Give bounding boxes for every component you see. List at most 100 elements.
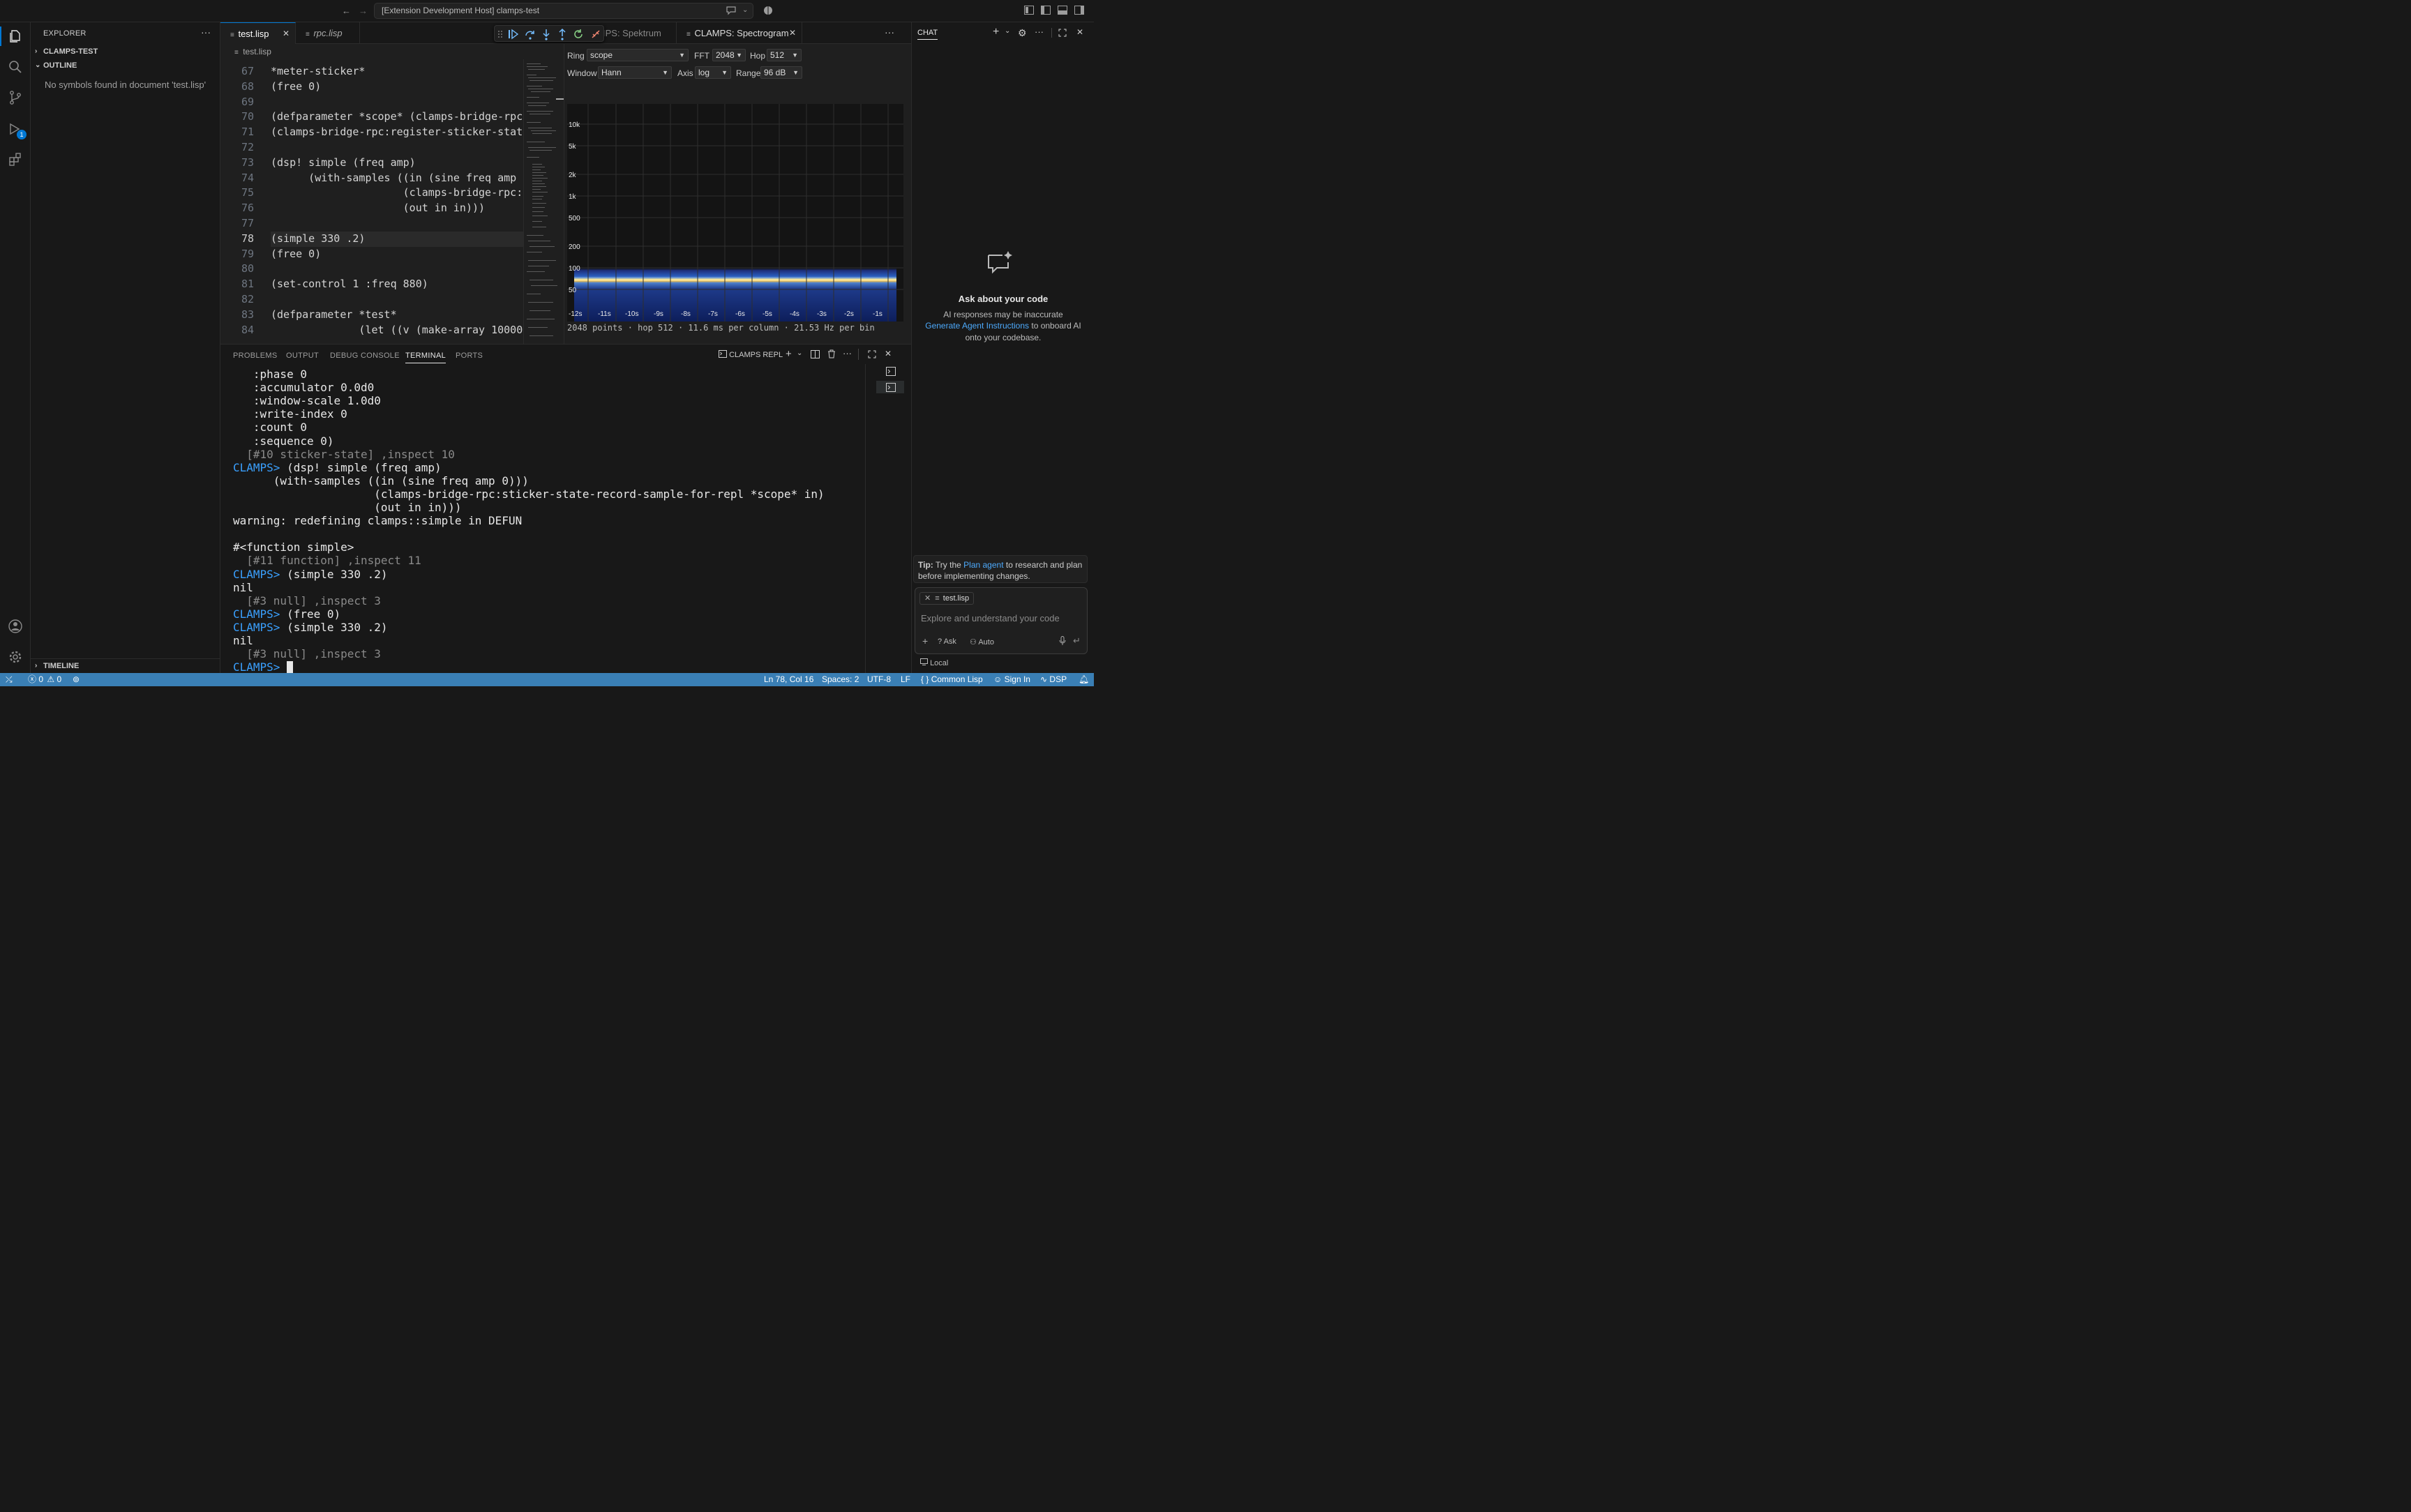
search-icon[interactable]: [6, 57, 25, 77]
line-number: 80: [241, 262, 254, 275]
new-terminal-icon[interactable]: +: [786, 348, 792, 360]
tab-ports[interactable]: PORTS: [456, 351, 483, 360]
terminal-text: :write-index 0: [233, 407, 347, 421]
generate-agent-instructions-link[interactable]: Generate Agent Instructions: [925, 321, 1029, 331]
y-tick-label: 1k: [569, 193, 577, 201]
terminal-dropdown[interactable]: CLAMPS REPL: [719, 350, 783, 359]
tab-ips-spektrum[interactable]: IPS: Spektrum: [594, 22, 677, 44]
x-tick-label: -12s: [569, 310, 582, 318]
broadcast-icon[interactable]: ⊚: [73, 673, 80, 686]
send-icon[interactable]: ↵: [1073, 635, 1081, 647]
toggle-panel-icon[interactable]: [1058, 6, 1067, 17]
code-editor[interactable]: 67 *meter-sticker* 68 (free 0) 69 70 (defparam…: [220, 59, 523, 344]
folder-section-clamps-test[interactable]: › CLAMPS-TEST: [31, 45, 220, 59]
terminal-text: warning: redefining clamps::simple in DE…: [233, 514, 523, 528]
new-chat-icon[interactable]: +: [993, 26, 999, 38]
close-icon[interactable]: ✕: [789, 22, 796, 44]
split-terminal-icon[interactable]: [811, 350, 820, 361]
toggle-secondary-sidebar-icon[interactable]: [1074, 6, 1084, 17]
mode-picker[interactable]: ? Ask: [938, 637, 956, 646]
tab-clamps-spectrogram[interactable]: ≡ CLAMPS: Spectrogram ✕: [677, 22, 802, 44]
line-number: 76: [241, 202, 254, 215]
add-context-icon[interactable]: +: [922, 635, 928, 647]
plan-agent-link[interactable]: Plan agent: [963, 560, 1003, 570]
close-icon[interactable]: ✕: [1076, 27, 1083, 37]
explorer-icon[interactable]: [6, 27, 25, 46]
hop-select[interactable]: 512 ▼: [767, 49, 802, 61]
gear-icon[interactable]: ⚙: [1018, 27, 1027, 39]
source-control-icon[interactable]: [6, 88, 25, 107]
minimap[interactable]: [523, 59, 564, 344]
terminal-line: nil: [233, 634, 253, 647]
chat-input[interactable]: Explore and understand your code: [921, 613, 1060, 623]
more-actions-icon[interactable]: ···: [1035, 27, 1044, 37]
terminal-instance-icon[interactable]: [886, 367, 896, 378]
repl-prompt: CLAMPS>: [233, 567, 287, 581]
editor-more-actions-icon[interactable]: ···: [885, 27, 894, 38]
line-number: 82: [241, 293, 254, 305]
model-picker[interactable]: ⚇ Auto: [970, 637, 994, 647]
close-icon[interactable]: ✕: [283, 23, 290, 45]
dsp-status[interactable]: ∿ DSP: [1040, 673, 1067, 686]
more-actions-icon[interactable]: ···: [201, 27, 211, 38]
encoding[interactable]: UTF-8: [867, 673, 891, 686]
breadcrumb-file[interactable]: test.lisp: [243, 47, 271, 56]
chevron-down-icon[interactable]: ⌄: [742, 5, 748, 16]
outline-section[interactable]: ⌄ OUTLINE: [31, 59, 220, 73]
ring-select[interactable]: scope ▼: [587, 49, 689, 61]
chat-bubble-icon[interactable]: [726, 6, 737, 18]
language-mode[interactable]: { } Common Lisp: [921, 673, 983, 686]
maximize-icon[interactable]: [1058, 29, 1067, 39]
timeline-section[interactable]: › TIMELINE: [31, 658, 220, 672]
forward-arrow-icon[interactable]: →: [359, 6, 368, 17]
tab-test-lisp[interactable]: ≡ test.lisp ✕: [220, 22, 296, 44]
notifications-bell-icon[interactable]: 🔔︎: [1079, 673, 1089, 686]
tab-problems[interactable]: PROBLEMS: [233, 351, 278, 360]
repl-prompt: CLAMPS>: [233, 620, 287, 634]
tab-output[interactable]: OUTPUT: [286, 351, 319, 360]
more-actions-icon[interactable]: ···: [843, 348, 852, 358]
gear-icon[interactable]: [6, 647, 25, 667]
terminal-text: [#10 sticker-state] ,inspect 10: [233, 447, 455, 461]
tab-debug-console[interactable]: DEBUG CONSOLE: [330, 351, 400, 360]
close-icon[interactable]: ✕: [924, 594, 931, 603]
problems-status[interactable]: ⓧ 0 ⚠ 0: [28, 673, 61, 686]
maximize-panel-icon[interactable]: [868, 350, 876, 361]
sign-in[interactable]: ☺ Sign In: [993, 673, 1030, 686]
terminal-instance-active[interactable]: [876, 381, 904, 393]
back-arrow-icon[interactable]: ←: [342, 6, 351, 17]
line-number: 79: [241, 247, 254, 260]
spectrogram-canvas[interactable]: 10k 5k 2k 1k 500 200 100 50 -12s -11s -1…: [567, 104, 903, 322]
cursor-position[interactable]: Ln 78, Col 16: [764, 673, 813, 686]
file-lines-icon: ≡: [230, 31, 234, 39]
session-location[interactable]: Local: [920, 658, 948, 667]
tab-rpc-lisp[interactable]: ≡ rpc.lisp: [296, 22, 360, 44]
copilot-icon[interactable]: [763, 6, 773, 18]
chevron-down-icon[interactable]: ⌄: [1005, 27, 1010, 35]
customize-layout-icon[interactable]: [1024, 6, 1034, 17]
trash-icon[interactable]: [827, 349, 836, 361]
microphone-icon[interactable]: [1059, 636, 1066, 647]
language-label: Common Lisp: [931, 674, 983, 684]
terminal-text: [#11 function] ,inspect 11: [233, 554, 421, 568]
range-select[interactable]: 96 dB ▼: [760, 66, 802, 79]
extensions-icon[interactable]: [6, 149, 25, 169]
range-label: Range: [736, 68, 761, 78]
file-lines-icon: ≡: [234, 49, 239, 56]
run-debug-icon[interactable]: 1: [6, 120, 27, 139]
command-center-search[interactable]: [Extension Development Host] clamps-test: [374, 3, 753, 19]
end-of-line[interactable]: LF: [901, 673, 910, 686]
close-panel-icon[interactable]: ✕: [885, 349, 892, 358]
toggle-primary-sidebar-icon[interactable]: [1041, 6, 1051, 17]
chevron-down-icon[interactable]: ⌄: [797, 349, 802, 357]
terminal-output[interactable]: :phase 0 :accumulator 0.0d0 :window-scal…: [233, 368, 875, 674]
account-icon[interactable]: [6, 617, 25, 636]
context-attachment[interactable]: ✕ ≡ test.lisp: [919, 592, 975, 605]
window-select[interactable]: Hann ▼: [598, 66, 672, 79]
tab-terminal[interactable]: TERMINAL: [405, 351, 446, 363]
axis-select[interactable]: log ▼: [695, 66, 731, 79]
fft-select[interactable]: 2048 ▼: [712, 49, 746, 61]
terminal-text: :sequence 0): [233, 434, 334, 448]
indentation[interactable]: Spaces: 2: [822, 673, 859, 686]
remote-icon[interactable]: ⤯: [6, 673, 13, 686]
